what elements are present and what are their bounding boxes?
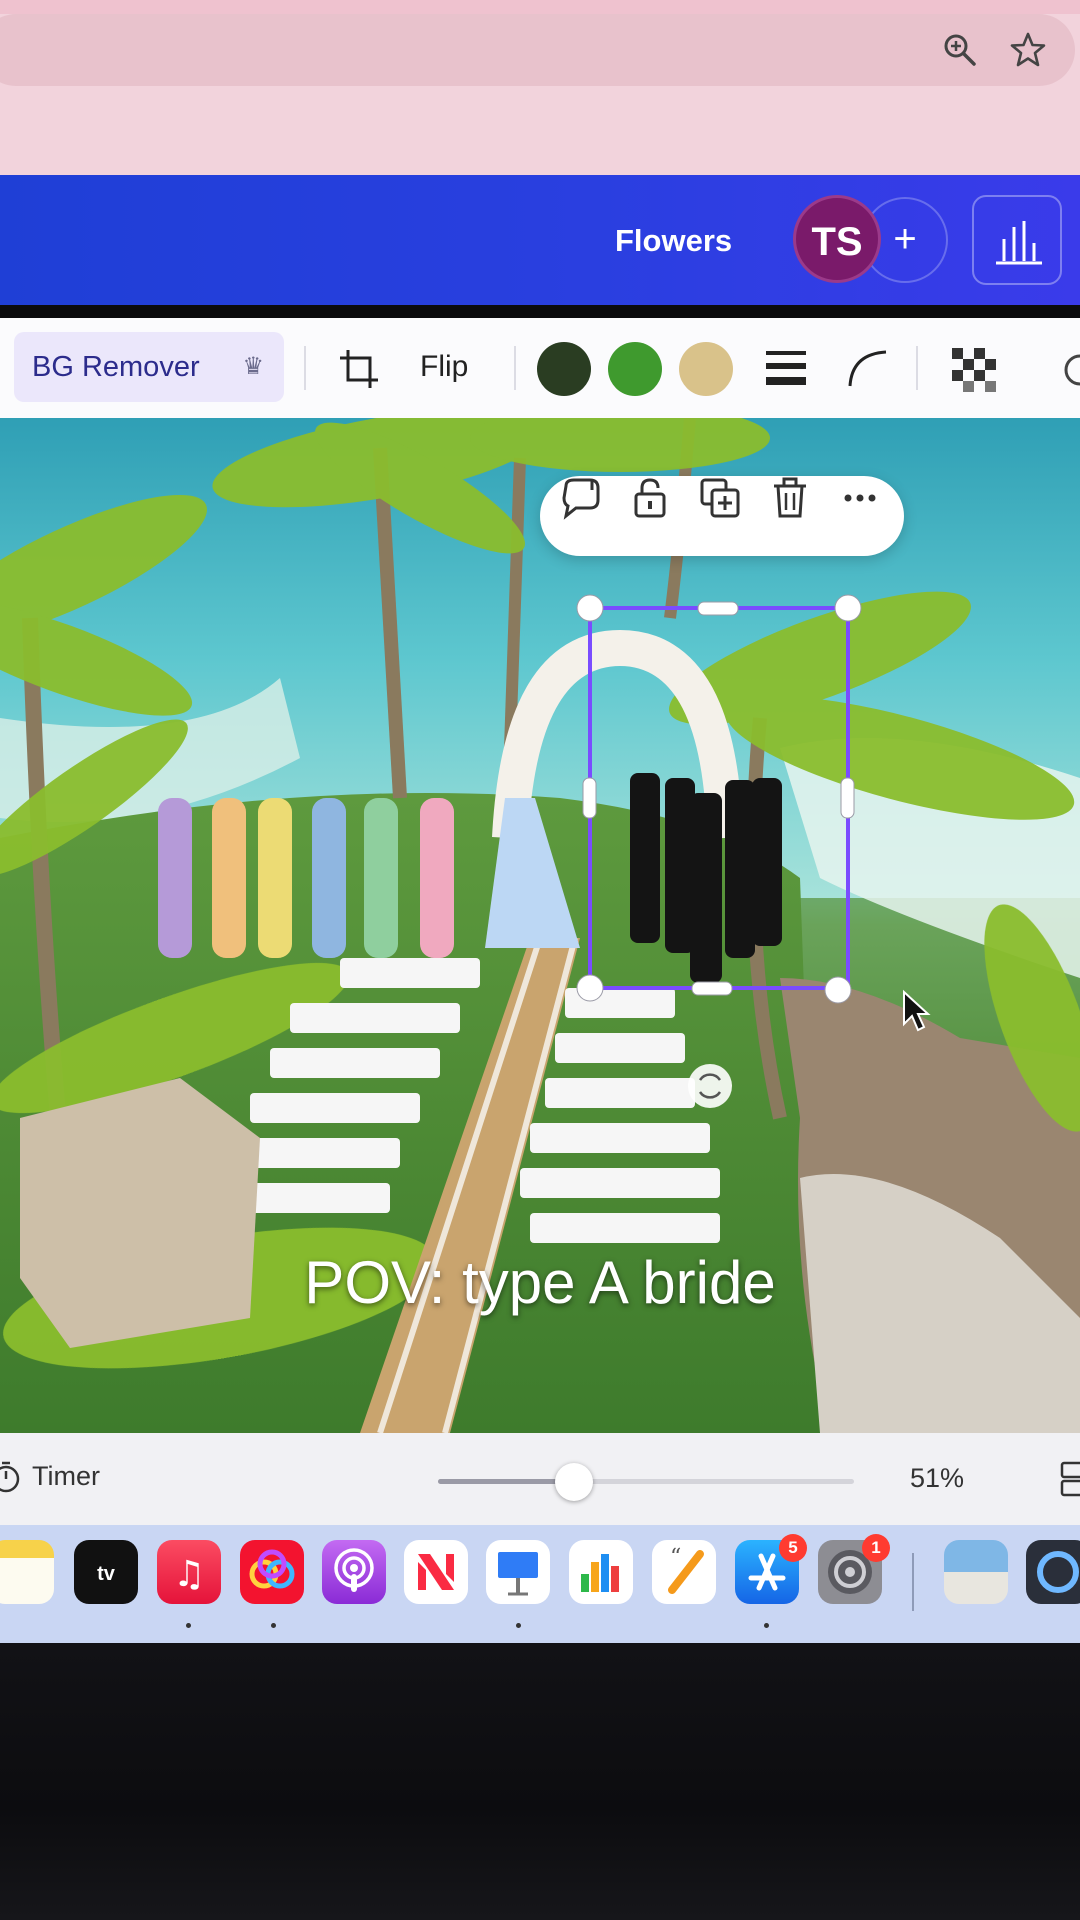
toolbar-divider [916, 346, 918, 390]
numbers-icon[interactable] [569, 1540, 633, 1604]
pages-icon[interactable]: “ [652, 1540, 716, 1604]
svg-text:“: “ [670, 1545, 681, 1570]
app-store-icon[interactable]: 5 [735, 1534, 807, 1604]
creative-cloud-icon[interactable] [240, 1540, 304, 1604]
timer-button[interactable]: Timer [32, 1461, 100, 1492]
lock-icon[interactable] [628, 476, 672, 520]
dock-divider [912, 1553, 914, 1611]
preview-icon[interactable] [944, 1540, 1008, 1604]
image-toolbar: BG Remover ♛ Flip [0, 318, 1080, 418]
video-caption: POV: type A bride [304, 1249, 776, 1316]
zoom-icon[interactable] [940, 30, 980, 70]
animate-icon[interactable] [1056, 348, 1080, 392]
zoom-level[interactable]: 51% [910, 1463, 964, 1494]
flip-button[interactable]: Flip [420, 350, 468, 384]
bg-remover-button[interactable]: BG Remover ♛ [14, 332, 284, 402]
design-canvas[interactable]: POV: type A bride [0, 418, 1080, 1433]
podcasts-icon[interactable] [322, 1540, 386, 1604]
news-icon[interactable] [404, 1540, 468, 1604]
running-indicator [764, 1623, 769, 1628]
browser-chrome [0, 0, 1080, 175]
insights-chart-icon [996, 221, 1042, 265]
tab-strip [0, 0, 1080, 14]
svg-text:♫: ♫ [173, 1554, 205, 1595]
toolbar-divider [514, 346, 516, 390]
running-indicator [186, 1623, 191, 1628]
editor-footer: Timer 51% [0, 1433, 1080, 1525]
bookmark-star-icon[interactable] [1008, 30, 1048, 70]
zoom-slider[interactable] [438, 1479, 854, 1484]
line-weight-icon[interactable] [764, 348, 808, 388]
svg-text:tv: tv [97, 1563, 116, 1585]
bg-remover-label: BG Remover [32, 351, 200, 383]
delete-icon[interactable] [768, 476, 812, 520]
editor-header: Flowers + TS [0, 175, 1080, 305]
design-title[interactable]: Flowers [615, 223, 732, 259]
app-store-badge: 5 [779, 1534, 807, 1562]
color-swatch-green[interactable] [608, 342, 662, 396]
address-bar[interactable] [0, 14, 1075, 86]
notes-icon[interactable] [0, 1540, 54, 1604]
element-action-menu [540, 476, 904, 556]
corner-rounding-icon[interactable] [846, 348, 890, 388]
running-indicator [271, 1623, 276, 1628]
zoom-slider-thumb[interactable] [555, 1463, 594, 1501]
running-indicator [516, 1623, 521, 1628]
duplicate-icon[interactable] [698, 476, 742, 520]
crop-icon[interactable] [336, 346, 382, 392]
macos-dock: tv ♫ “ 5 1 [0, 1525, 1080, 1643]
apple-tv-icon[interactable]: tv [74, 1540, 138, 1604]
laptop-bezel [0, 1643, 1080, 1920]
music-icon[interactable]: ♫ [157, 1540, 221, 1604]
timer-icon[interactable] [0, 1459, 22, 1495]
comment-add-icon[interactable] [558, 476, 602, 520]
toolbar-divider [304, 346, 306, 390]
system-settings-badge: 1 [862, 1534, 890, 1562]
keynote-icon[interactable] [486, 1540, 550, 1604]
transparency-icon[interactable] [952, 348, 996, 392]
insights-button[interactable] [972, 195, 1062, 285]
quicktime-icon[interactable] [1026, 1540, 1080, 1604]
premium-crown-icon: ♛ [242, 353, 264, 380]
system-settings-icon[interactable]: 1 [818, 1534, 890, 1604]
color-swatch-tan[interactable] [679, 342, 733, 396]
more-icon[interactable] [838, 476, 882, 520]
zoom-slider-fill [438, 1479, 575, 1484]
color-swatch-dark-green[interactable] [537, 342, 591, 396]
pages-grid-icon[interactable] [1060, 1459, 1080, 1499]
avatar[interactable]: TS [793, 195, 881, 283]
